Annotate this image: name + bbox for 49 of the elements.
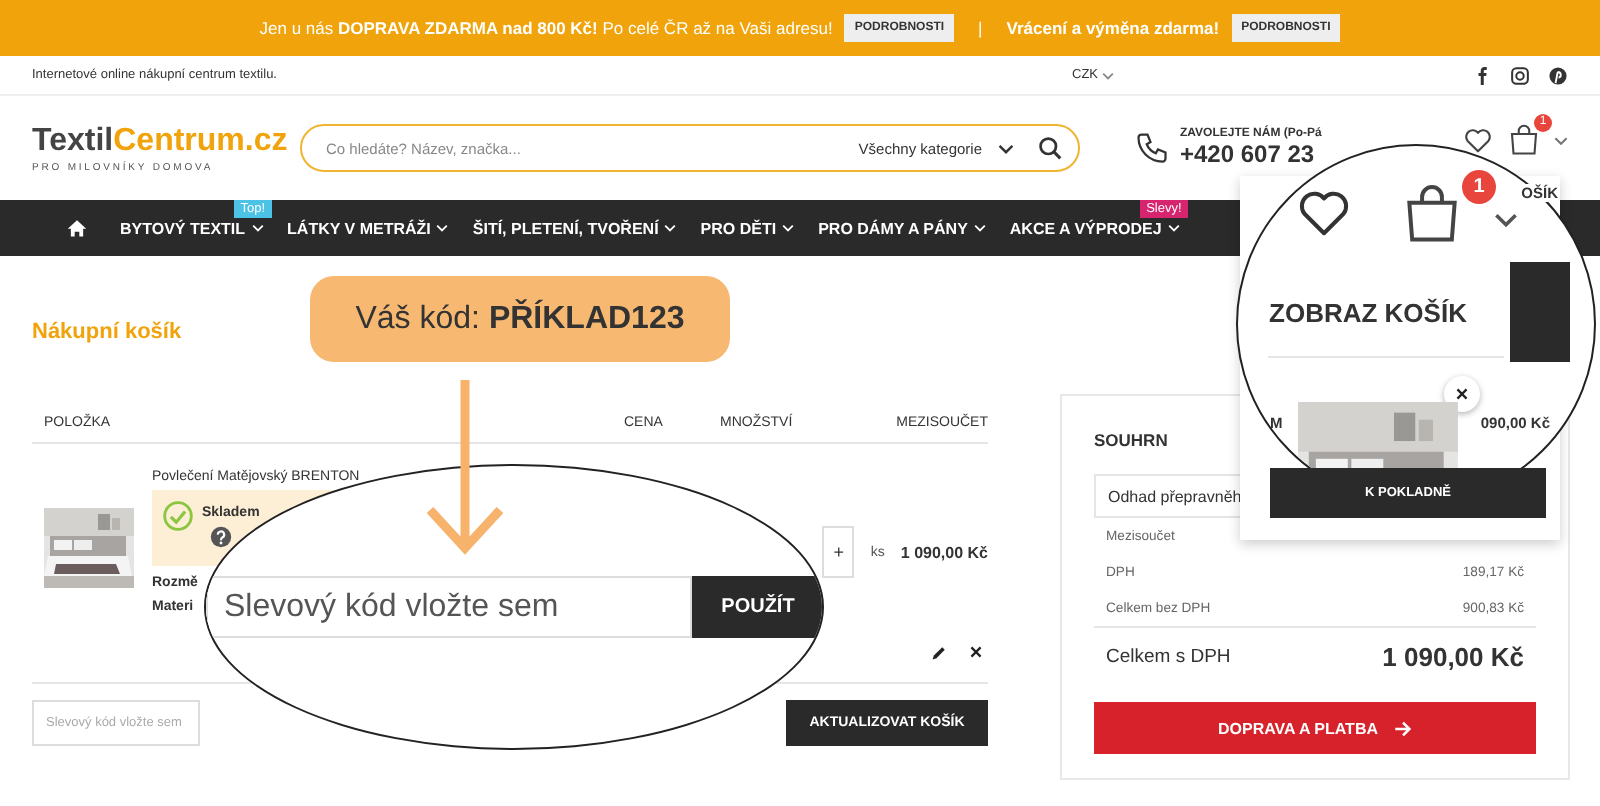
total-label: Celkem s DPH xyxy=(1106,646,1231,668)
code-callout: Váš kód: PŘÍKLAD123 xyxy=(310,276,730,362)
checkout-button[interactable]: DOPRAVA A PLATBA xyxy=(1094,702,1536,754)
promo-text: Vrácení a výměna zdarma! xyxy=(1006,18,1220,38)
arrow-icon xyxy=(1394,719,1412,737)
promo-text: Jen u nás DOPRAVA ZDARMA nad 800 Kč! Po celé ČR až na Vaši adresu! xyxy=(259,18,833,38)
chevron-icon xyxy=(1167,224,1180,232)
facebook-icon[interactable] xyxy=(1474,63,1492,87)
chevron-icon xyxy=(782,224,795,232)
chevron-icon xyxy=(973,224,986,232)
question-icon[interactable] xyxy=(210,526,232,548)
bag-icon[interactable] xyxy=(1506,122,1542,158)
chevron-icon xyxy=(1102,71,1114,79)
nav-item[interactable]: LÁTKY V METRÁŽI xyxy=(287,219,449,237)
chevron-icon xyxy=(998,143,1014,153)
phone-icon xyxy=(1134,130,1170,166)
close-icon xyxy=(1454,386,1470,402)
logo[interactable]: TextilCentrum.cz xyxy=(32,122,290,162)
nav-item[interactable]: BYTOVÝ TEXTIL xyxy=(120,219,264,237)
shipping-label: Odhad přepravněh xyxy=(1108,487,1242,505)
home-icon[interactable] xyxy=(66,218,88,238)
chevron-icon xyxy=(664,224,677,232)
nav-item[interactable]: PRO DÁMY A PÁNY xyxy=(818,219,986,237)
nav-item[interactable]: AKCE A VÝPRODEJ xyxy=(1009,219,1180,237)
close-icon[interactable] xyxy=(968,644,984,660)
chevron-icon xyxy=(251,224,264,232)
pencil-icon[interactable] xyxy=(930,644,948,662)
coupon-field[interactable]: Slevový kód vložte sem xyxy=(206,576,692,638)
chevron-icon xyxy=(1494,212,1518,228)
separator: | xyxy=(978,18,983,38)
subtotal-value: 1 090,00 Kč xyxy=(900,543,988,561)
heart-icon[interactable] xyxy=(1462,124,1494,156)
apply-button[interactable]: POUŽÍT xyxy=(692,576,822,638)
nav-item[interactable]: PRO DĚTI xyxy=(700,219,795,237)
total-value: 1 090,00 Kč xyxy=(1382,642,1524,672)
plus-button[interactable]: + xyxy=(833,542,845,562)
instagram-icon[interactable] xyxy=(1510,65,1530,85)
button-edge xyxy=(1510,262,1570,362)
cart-count-badge: 1 xyxy=(1462,170,1496,204)
chevron-icon xyxy=(1554,135,1568,145)
view-cart-link[interactable]: ZOBRAZ KOŠÍK xyxy=(1238,298,1498,328)
chevron-icon xyxy=(436,224,449,232)
page-title: Nákupní košík xyxy=(32,320,184,344)
summary-title: SOUHRN xyxy=(1094,428,1168,454)
search-icon[interactable] xyxy=(1038,136,1062,160)
pinterest-icon[interactable] xyxy=(1548,65,1568,85)
check-icon xyxy=(162,500,194,532)
nav-item[interactable]: ŠITÍ, PLETENÍ, TVOŘENÍ xyxy=(472,219,677,237)
phone-number: +420 607 23 xyxy=(1180,140,1317,168)
